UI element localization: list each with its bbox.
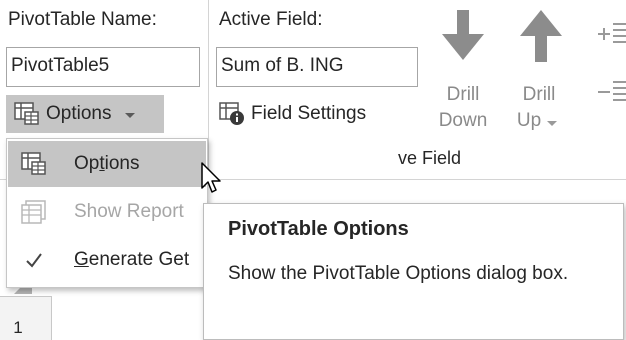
active-field-input[interactable]: Sum of B. ING (216, 47, 418, 87)
field-settings-icon (219, 102, 245, 126)
tooltip-title: PivotTable Options (228, 218, 409, 240)
drill-up-button[interactable]: Drill Up (510, 8, 584, 138)
menu-item-show-report-label: Show Report (74, 201, 184, 222)
drill-up-label-1: Drill (522, 84, 556, 105)
options-dropdown-menu: Options Show Report Generate Get (6, 138, 208, 288)
menu-item-generate-getpivotdata[interactable]: Generate Get (8, 237, 206, 283)
label-part: ions (104, 153, 140, 174)
row-number: 1 (13, 318, 23, 337)
drill-down-label-2: Down (438, 110, 488, 131)
menu-item-generate-label: Generate Get (74, 249, 189, 271)
options-icon (14, 102, 40, 126)
chevron-down-icon (547, 121, 558, 126)
field-settings-label: Field Settings (251, 103, 367, 124)
checkmark-icon (18, 251, 50, 269)
menu-item-options-label: Options (74, 153, 140, 175)
collapse-field-icon[interactable] (596, 78, 626, 106)
pivottable-name-input[interactable]: PivotTable5 (6, 47, 200, 87)
options-button[interactable]: Options (6, 95, 164, 133)
drill-up-label-2: Up (516, 110, 542, 131)
pivottable-options-tooltip: PivotTable Options Show the PivotTable O… (203, 203, 624, 340)
arrow-down-icon (436, 8, 490, 64)
mouse-pointer-icon (201, 162, 223, 196)
options-icon (18, 152, 50, 176)
tooltip-body: Show the PivotTable Options dialog box. (228, 263, 569, 284)
arrow-up-icon (514, 8, 568, 64)
chevron-down-icon (125, 112, 136, 118)
label-part: Op (74, 153, 100, 174)
drill-down-label-1: Drill (446, 84, 480, 105)
report-filter-icon (18, 200, 50, 224)
field-settings-button[interactable]: Field Settings (219, 96, 409, 132)
group-divider (208, 0, 209, 182)
menu-item-show-report-filter-pages[interactable]: Show Report (8, 189, 206, 235)
active-field-group-label: ve Field (398, 148, 462, 168)
drill-down-button[interactable]: Drill Down (426, 8, 500, 138)
options-button-label: Options (46, 103, 112, 124)
access-key: G (74, 249, 89, 270)
expand-field-icon[interactable] (596, 20, 626, 48)
pivottable-name-label: PivotTable Name: (8, 9, 157, 30)
drill-up-label-2-wrap: Up (500, 108, 574, 134)
label-part: enerate Get (88, 249, 190, 270)
active-field-label: Active Field: (219, 9, 323, 30)
menu-item-options[interactable]: Options (8, 141, 206, 187)
